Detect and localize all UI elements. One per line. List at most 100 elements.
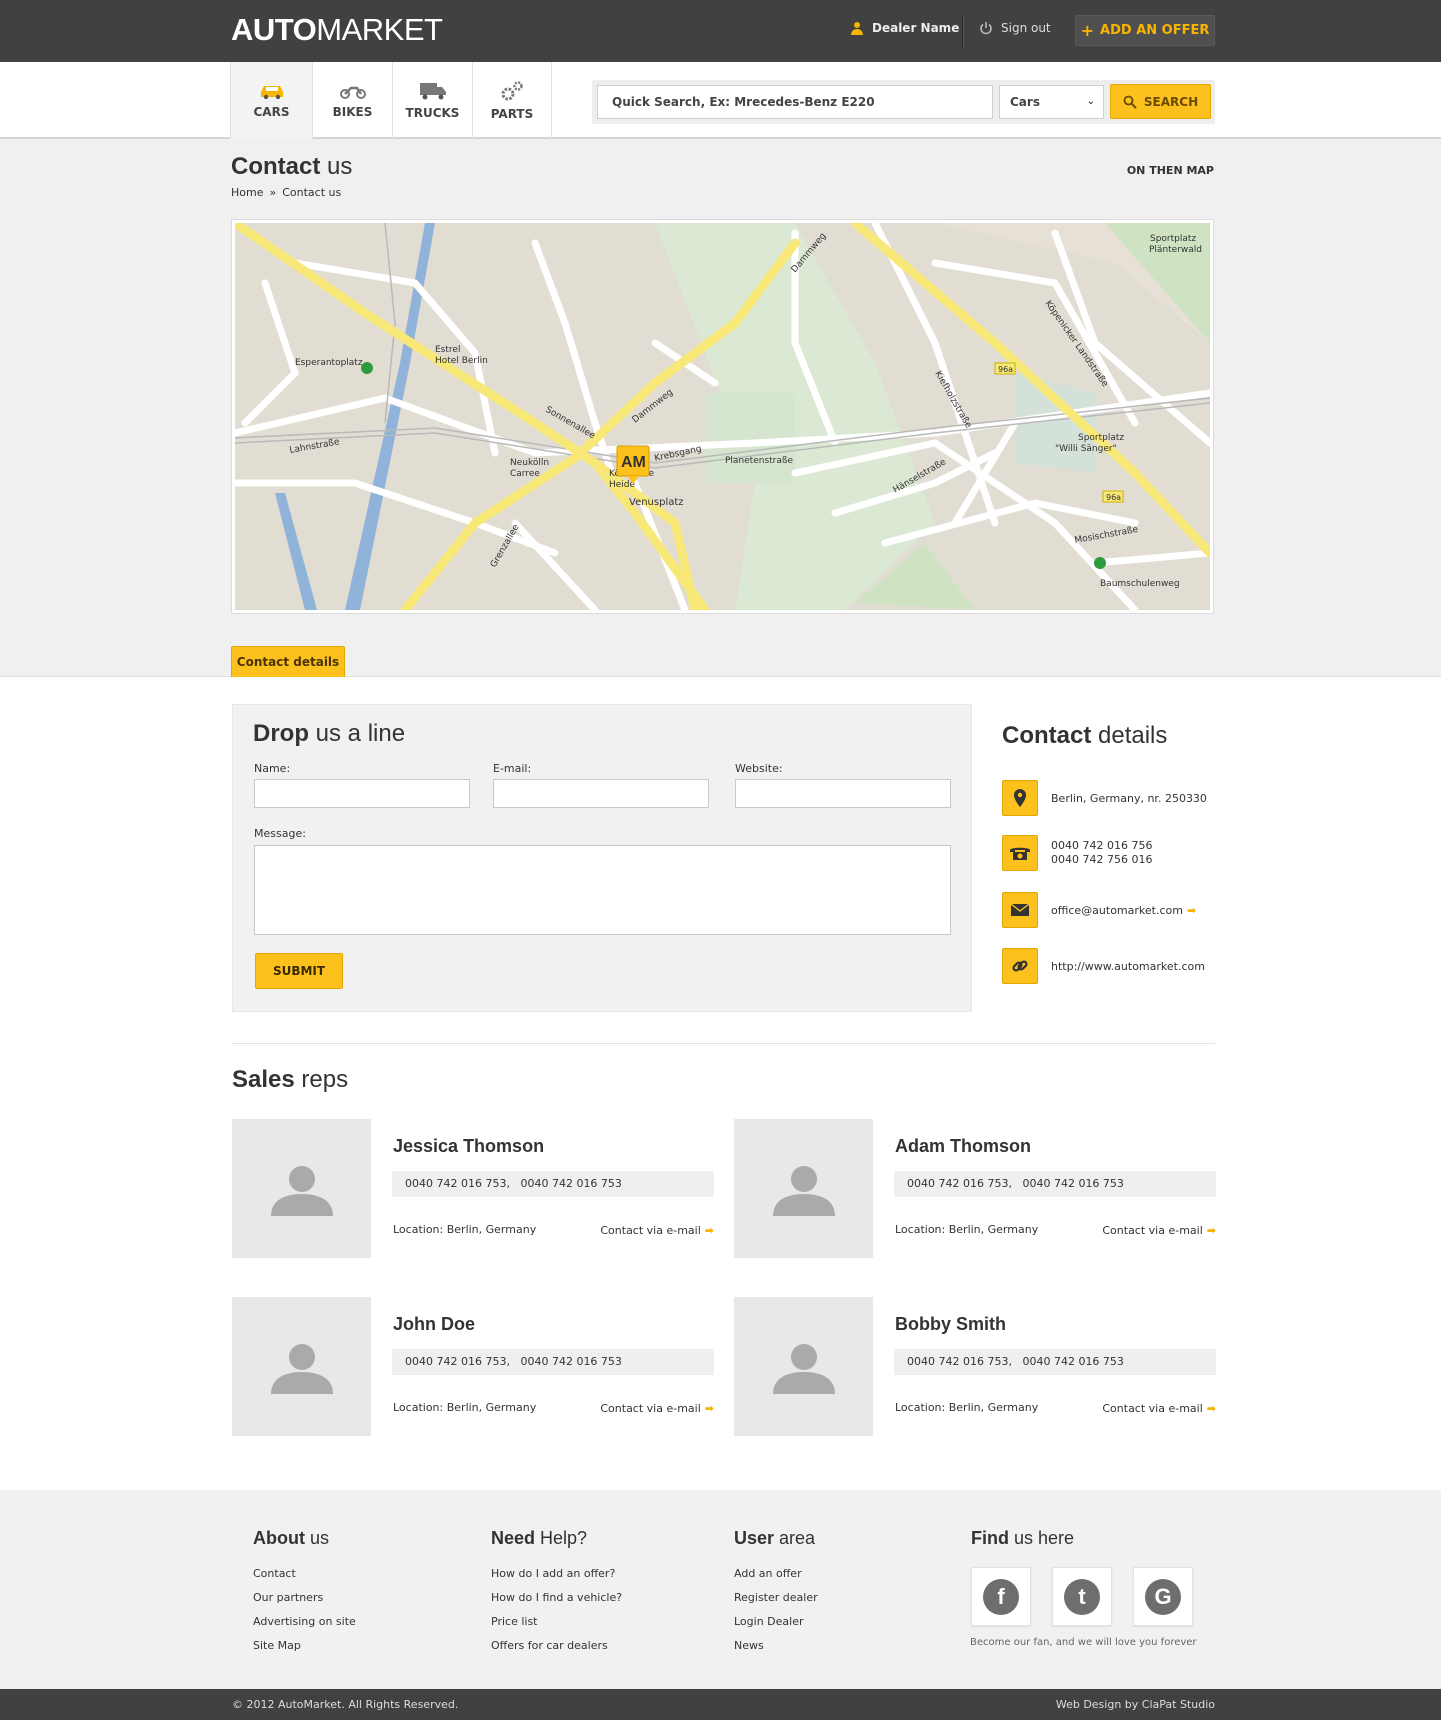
arrow-right-icon: ➡ [704, 1402, 714, 1415]
footer-link[interactable]: Offers for car dealers [491, 1634, 622, 1658]
rep-location: Location: Berlin, Germany [393, 1223, 537, 1236]
contact-address: Berlin, Germany, nr. 250330 [1002, 780, 1207, 816]
avatar [734, 1297, 873, 1436]
map[interactable]: Esperantoplatz Estrel Hotel Berlin Neukö… [231, 219, 1214, 614]
rep-location: Location: Berlin, Germany [393, 1401, 537, 1414]
name-field[interactable] [254, 779, 470, 808]
rep-contact-link[interactable]: Contact via e-mail ➡ [600, 1402, 714, 1415]
phone-icon [1002, 835, 1038, 871]
mail-icon [1002, 892, 1038, 928]
bottom-bar: © 2012 AutoMarket. All Rights Reserved. … [0, 1689, 1441, 1720]
category-select[interactable]: Cars ⌄ [999, 85, 1104, 119]
footer-link[interactable]: Advertising on site [253, 1610, 356, 1634]
breadcrumb-separator: » [269, 186, 277, 199]
website-field[interactable] [735, 779, 951, 808]
signout-link[interactable]: Sign out [979, 21, 1051, 35]
fan-text: Become our fan, and we will love you for… [970, 1637, 1197, 1648]
google-button[interactable]: G [1133, 1567, 1193, 1626]
footer-link[interactable]: News [734, 1634, 818, 1658]
person-placeholder-icon [270, 1165, 333, 1216]
footer-link[interactable]: Price list [491, 1610, 622, 1634]
tab-trucks[interactable]: TRUCKS [392, 62, 472, 139]
search-input[interactable]: Quick Search, Ex: Mrecedes-Benz E220 [597, 85, 993, 119]
svg-text:AM: AM [621, 454, 646, 471]
add-offer-label: ADD AN OFFER [1100, 23, 1210, 38]
person-placeholder-icon [270, 1343, 333, 1394]
rep-contact-link[interactable]: Contact via e-mail ➡ [1102, 1224, 1216, 1237]
footer-help: Need Help? How do I add an offer? How do… [491, 1528, 622, 1658]
avatar [232, 1297, 371, 1436]
rep-name: John Doe [393, 1314, 476, 1334]
rep-contact-link[interactable]: Contact via e-mail ➡ [600, 1224, 714, 1237]
motorbike-icon [339, 86, 366, 99]
footer-link[interactable]: Add an offer [734, 1562, 818, 1586]
email-field[interactable] [493, 779, 709, 808]
search-button[interactable]: SEARCH [1110, 84, 1211, 119]
rep-card: Bobby Smith 0040 742 016 753, 0040 742 0… [734, 1297, 1216, 1437]
footer-link[interactable]: How do I find a vehicle? [491, 1586, 622, 1610]
footer-find: Find us here [971, 1528, 1074, 1562]
footer-link[interactable]: Our partners [253, 1586, 356, 1610]
svg-text:96a: 96a [998, 365, 1013, 374]
message-field[interactable] [254, 845, 951, 935]
sales-reps-title: Sales reps [232, 1066, 349, 1093]
tab-cars[interactable]: CARS [230, 62, 312, 139]
message-label: Message: [254, 827, 306, 840]
arrow-right-icon: ➡ [704, 1224, 714, 1237]
dealer-name: Dealer Name [872, 21, 960, 35]
on-map-link[interactable]: ON THEN MAP [1110, 164, 1214, 177]
power-icon [980, 22, 992, 35]
breadcrumb-home[interactable]: Home [231, 186, 263, 199]
footer-link[interactable]: Register dealer [734, 1586, 818, 1610]
rep-phones: 0040 742 016 753, 0040 742 016 753 [894, 1349, 1216, 1375]
facebook-button[interactable]: f [971, 1567, 1031, 1626]
website-label: Website: [735, 762, 783, 775]
copyright: © 2012 AutoMarket. All Rights Reserved. [232, 1698, 459, 1711]
rep-name: Jessica Thomson [393, 1136, 545, 1156]
svg-text:Neukölln: Neukölln [510, 458, 549, 468]
footer-user-title: User area [734, 1528, 816, 1548]
twitter-button[interactable]: t [1052, 1567, 1112, 1626]
avatar [232, 1119, 371, 1258]
logo[interactable]: AUTOMARKET [231, 13, 443, 47]
submit-button[interactable]: SUBMIT [255, 953, 343, 989]
arrow-right-icon: ➡ [1186, 903, 1197, 917]
footer-link[interactable]: Contact [253, 1562, 356, 1586]
twitter-icon: t [1064, 1578, 1100, 1615]
truck-icon [419, 82, 446, 99]
web-text: http://www.automarket.com [1051, 959, 1205, 973]
add-offer-button[interactable]: + ADD AN OFFER [1075, 15, 1215, 46]
rep-card: Jessica Thomson 0040 742 016 753, 0040 7… [232, 1119, 714, 1259]
svg-text:Sportplatz: Sportplatz [1078, 433, 1124, 443]
svg-text:"Willi Sänger": "Willi Sänger" [1055, 444, 1117, 454]
person-placeholder-icon [772, 1165, 835, 1216]
contact-web[interactable]: http://www.automarket.com [1002, 948, 1205, 984]
svg-text:Baumschulenweg: Baumschulenweg [1100, 579, 1180, 589]
footer-link[interactable]: Site Map [253, 1634, 356, 1658]
rep-card: Adam Thomson 0040 742 016 753, 0040 742 … [734, 1119, 1216, 1259]
svg-text:Esperantoplatz: Esperantoplatz [295, 358, 363, 368]
tab-bikes[interactable]: BIKES [312, 62, 392, 139]
phone-2: 0040 742 756 016 [1051, 853, 1153, 866]
tab-parts[interactable]: PARTS [472, 62, 552, 139]
search-button-label: SEARCH [1143, 94, 1199, 109]
name-label: Name: [254, 762, 291, 775]
footer-about-title: About us [253, 1528, 329, 1548]
credit[interactable]: Web Design by ClaPat Studio [1056, 1698, 1215, 1711]
top-bar [0, 0, 1441, 62]
dealer-link[interactable]: Dealer Name [850, 21, 959, 35]
page-title: Contact us [231, 153, 353, 180]
tab-contact-details[interactable]: Contact details [231, 646, 345, 677]
contact-email[interactable]: office@automarket.com ➡ [1002, 892, 1196, 928]
footer-link[interactable]: How do I add an offer? [491, 1562, 622, 1586]
svg-text:96a: 96a [1106, 493, 1121, 502]
footer-user: User area Add an offer Register dealer L… [734, 1528, 818, 1658]
footer-find-title: Find us here [971, 1528, 1075, 1548]
breadcrumb-current: Contact us [282, 186, 342, 199]
divider [962, 14, 963, 48]
rep-contact-link[interactable]: Contact via e-mail ➡ [1102, 1402, 1216, 1415]
footer-link[interactable]: Login Dealer [734, 1610, 818, 1634]
svg-text:Sportplatz: Sportplatz [1150, 234, 1196, 244]
person-placeholder-icon [772, 1343, 835, 1394]
divider [232, 1043, 1215, 1044]
